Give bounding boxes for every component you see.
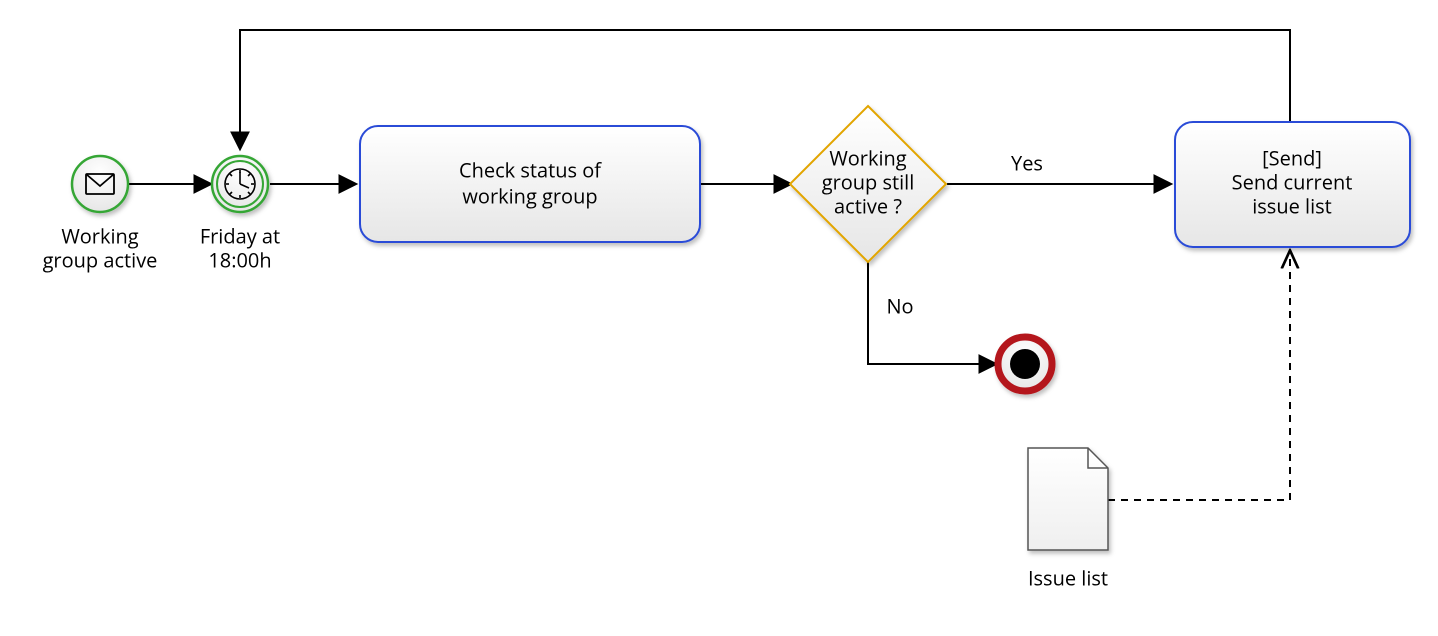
edge-yes-label: Yes (1011, 149, 1043, 176)
timer-event (212, 156, 268, 212)
task-check-label-1: Check status of (459, 156, 602, 183)
gateway-label-1: Working (829, 144, 906, 171)
task-send-label-2: Send current (1232, 168, 1353, 195)
edge-data-association (1108, 252, 1290, 500)
task-send-label-1: [Send] (1262, 144, 1322, 171)
start-event-label-2: group active (43, 246, 158, 273)
edge-no-label: No (886, 292, 913, 319)
data-object-label: Issue list (1028, 564, 1108, 591)
start-event (72, 156, 128, 212)
bpmn-diagram: Yes No Working group active (0, 0, 1438, 636)
gateway-label-3: active ? (834, 192, 902, 219)
start-event-label-1: Working (61, 222, 138, 249)
task-check-label-2: working group (462, 182, 597, 209)
timer-event-label-1: Friday at (200, 222, 280, 249)
end-event (998, 337, 1052, 391)
gateway-label-2: group still (822, 168, 915, 195)
data-object-issue-list (1028, 448, 1108, 550)
timer-event-label-2: 18:00h (208, 246, 271, 273)
task-send-label-3: issue list (1252, 192, 1332, 219)
